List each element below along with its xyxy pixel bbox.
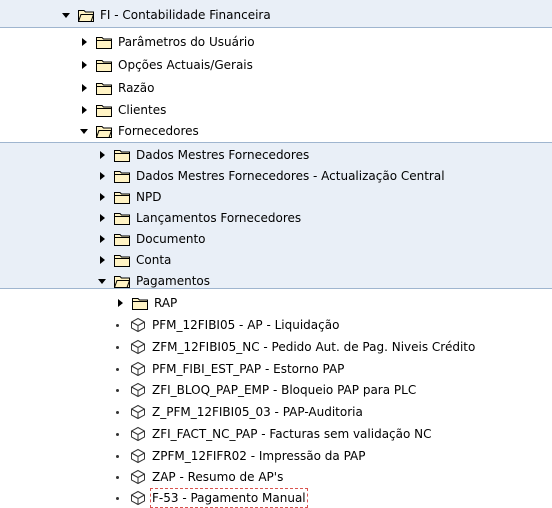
node-transaction[interactable]: ZAP - Resumo de AP's xyxy=(112,467,283,487)
node-label[interactable]: ZFM_12FIBI05_NC - Pedido Aut. de Pag. Ni… xyxy=(152,339,475,355)
triangle-down-icon[interactable] xyxy=(60,9,72,21)
node-label[interactable]: PFM_FIBI_EST_PAP - Estorno PAP xyxy=(152,361,344,377)
node-transaction[interactable]: PFM_FIBI_EST_PAP - Estorno PAP xyxy=(112,359,344,379)
transaction-cube-icon xyxy=(131,448,145,464)
folder-icon xyxy=(96,36,112,49)
node-label[interactable]: RAP xyxy=(154,295,177,311)
triangle-right-icon[interactable] xyxy=(96,170,108,182)
node-fornecedores-child[interactable]: Lançamentos Fornecedores xyxy=(96,208,301,228)
node-transaction[interactable]: ZPFM_12FIFR02 - Impressão da PAP xyxy=(112,446,366,466)
node-transaction[interactable]: ZFI_BLOQ_PAP_EMP - Bloqueio PAP para PLC xyxy=(112,380,416,400)
triangle-right-icon[interactable] xyxy=(96,254,108,266)
node-label[interactable]: ZAP - Resumo de AP's xyxy=(152,469,283,485)
node-transaction[interactable]: ZFM_12FIBI05_NC - Pedido Aut. de Pag. Ni… xyxy=(112,337,475,357)
node-label[interactable]: Razão xyxy=(118,80,154,96)
triangle-right-icon[interactable] xyxy=(78,59,90,71)
node-transaction[interactable]: Z_PFM_12FIBI05_03 - PAP-Auditoria xyxy=(112,402,363,422)
transaction-cube-icon xyxy=(131,317,145,333)
bullet-icon xyxy=(112,319,124,331)
node-fornecedores-child[interactable]: NPD xyxy=(96,187,161,207)
open-folder-icon xyxy=(78,9,94,22)
node-transaction[interactable]: F-53 - Pagamento Manual xyxy=(112,488,308,508)
transaction-cube-icon xyxy=(131,404,145,420)
transaction-cube-icon xyxy=(131,490,145,506)
folder-icon xyxy=(96,104,112,117)
node-label[interactable]: ZPFM_12FIFR02 - Impressão da PAP xyxy=(152,448,366,464)
node-label[interactable]: Z_PFM_12FIBI05_03 - PAP-Auditoria xyxy=(152,404,363,420)
bullet-icon xyxy=(112,450,124,462)
node-label[interactable]: PFM_12FIBI05 - AP - Liquidação xyxy=(152,317,339,333)
triangle-right-icon[interactable] xyxy=(96,149,108,161)
node-label[interactable]: F-53 - Pagamento Manual xyxy=(150,488,308,508)
folder-icon xyxy=(114,170,130,183)
triangle-right-icon[interactable] xyxy=(96,233,108,245)
triangle-right-icon[interactable] xyxy=(78,82,90,94)
node-label[interactable]: Parâmetros do Usuário xyxy=(118,34,255,50)
transaction-cube-icon xyxy=(131,469,145,485)
node-level1[interactable]: Opções Actuais/Gerais xyxy=(78,55,253,75)
node-label[interactable]: NPD xyxy=(136,189,161,205)
open-folder-icon xyxy=(114,275,130,288)
folder-icon xyxy=(132,297,148,310)
triangle-down-icon[interactable] xyxy=(96,275,108,287)
node-level1[interactable]: Clientes xyxy=(78,100,166,120)
node-pagamentos-folder[interactable]: RAP xyxy=(114,293,177,313)
node-label[interactable]: Lançamentos Fornecedores xyxy=(136,210,301,226)
open-folder-icon xyxy=(96,125,112,138)
node-label[interactable]: ZFI_BLOQ_PAP_EMP - Bloqueio PAP para PLC xyxy=(152,382,416,398)
node-label[interactable]: Opções Actuais/Gerais xyxy=(118,57,253,73)
bullet-icon xyxy=(112,384,124,396)
bullet-icon xyxy=(112,363,124,375)
transaction-cube-icon xyxy=(131,426,145,442)
node-level1[interactable]: Parâmetros do Usuário xyxy=(78,32,255,52)
node-fornecedores-child[interactable]: Dados Mestres Fornecedores xyxy=(96,145,309,165)
triangle-right-icon[interactable] xyxy=(96,212,108,224)
node-label[interactable]: Pagamentos xyxy=(136,273,210,289)
triangle-right-icon[interactable] xyxy=(78,36,90,48)
node-fornecedores-child[interactable]: Conta xyxy=(96,250,171,270)
node-fornecedores-child[interactable]: Documento xyxy=(96,229,206,249)
transaction-cube-icon xyxy=(131,339,145,355)
bullet-icon xyxy=(112,428,124,440)
triangle-right-icon[interactable] xyxy=(96,191,108,203)
node-level1[interactable]: Fornecedores xyxy=(78,121,199,141)
triangle-right-icon[interactable] xyxy=(78,104,90,116)
node-label[interactable]: ZFI_FACT_NC_PAP - Facturas sem validação… xyxy=(152,426,432,442)
node-label[interactable]: Documento xyxy=(136,231,206,247)
folder-icon xyxy=(114,233,130,246)
node-label[interactable]: Clientes xyxy=(118,102,166,118)
triangle-down-icon[interactable] xyxy=(78,125,90,137)
bullet-icon xyxy=(112,492,124,504)
bullet-icon xyxy=(112,341,124,353)
folder-icon xyxy=(96,82,112,95)
folder-icon xyxy=(96,59,112,72)
folder-icon xyxy=(114,254,130,267)
transaction-cube-icon xyxy=(131,361,145,377)
node-root[interactable]: FI - Contabilidade Financeira xyxy=(60,5,271,25)
node-level1[interactable]: Razão xyxy=(78,78,154,98)
node-fornecedores-child[interactable]: Pagamentos xyxy=(96,271,210,291)
node-label[interactable]: FI - Contabilidade Financeira xyxy=(100,7,271,23)
triangle-right-icon[interactable] xyxy=(114,297,126,309)
bullet-icon xyxy=(112,471,124,483)
folder-icon xyxy=(114,149,130,162)
node-label[interactable]: Dados Mestres Fornecedores - Actualizaçã… xyxy=(136,168,445,184)
bullet-icon xyxy=(112,406,124,418)
node-transaction[interactable]: PFM_12FIBI05 - AP - Liquidação xyxy=(112,315,339,335)
node-label[interactable]: Fornecedores xyxy=(118,123,199,139)
node-label[interactable]: Dados Mestres Fornecedores xyxy=(136,147,309,163)
folder-icon xyxy=(114,212,130,225)
folder-icon xyxy=(114,191,130,204)
node-fornecedores-child[interactable]: Dados Mestres Fornecedores - Actualizaçã… xyxy=(96,166,445,186)
node-transaction[interactable]: ZFI_FACT_NC_PAP - Facturas sem validação… xyxy=(112,424,432,444)
transaction-cube-icon xyxy=(131,382,145,398)
node-label[interactable]: Conta xyxy=(136,252,171,268)
